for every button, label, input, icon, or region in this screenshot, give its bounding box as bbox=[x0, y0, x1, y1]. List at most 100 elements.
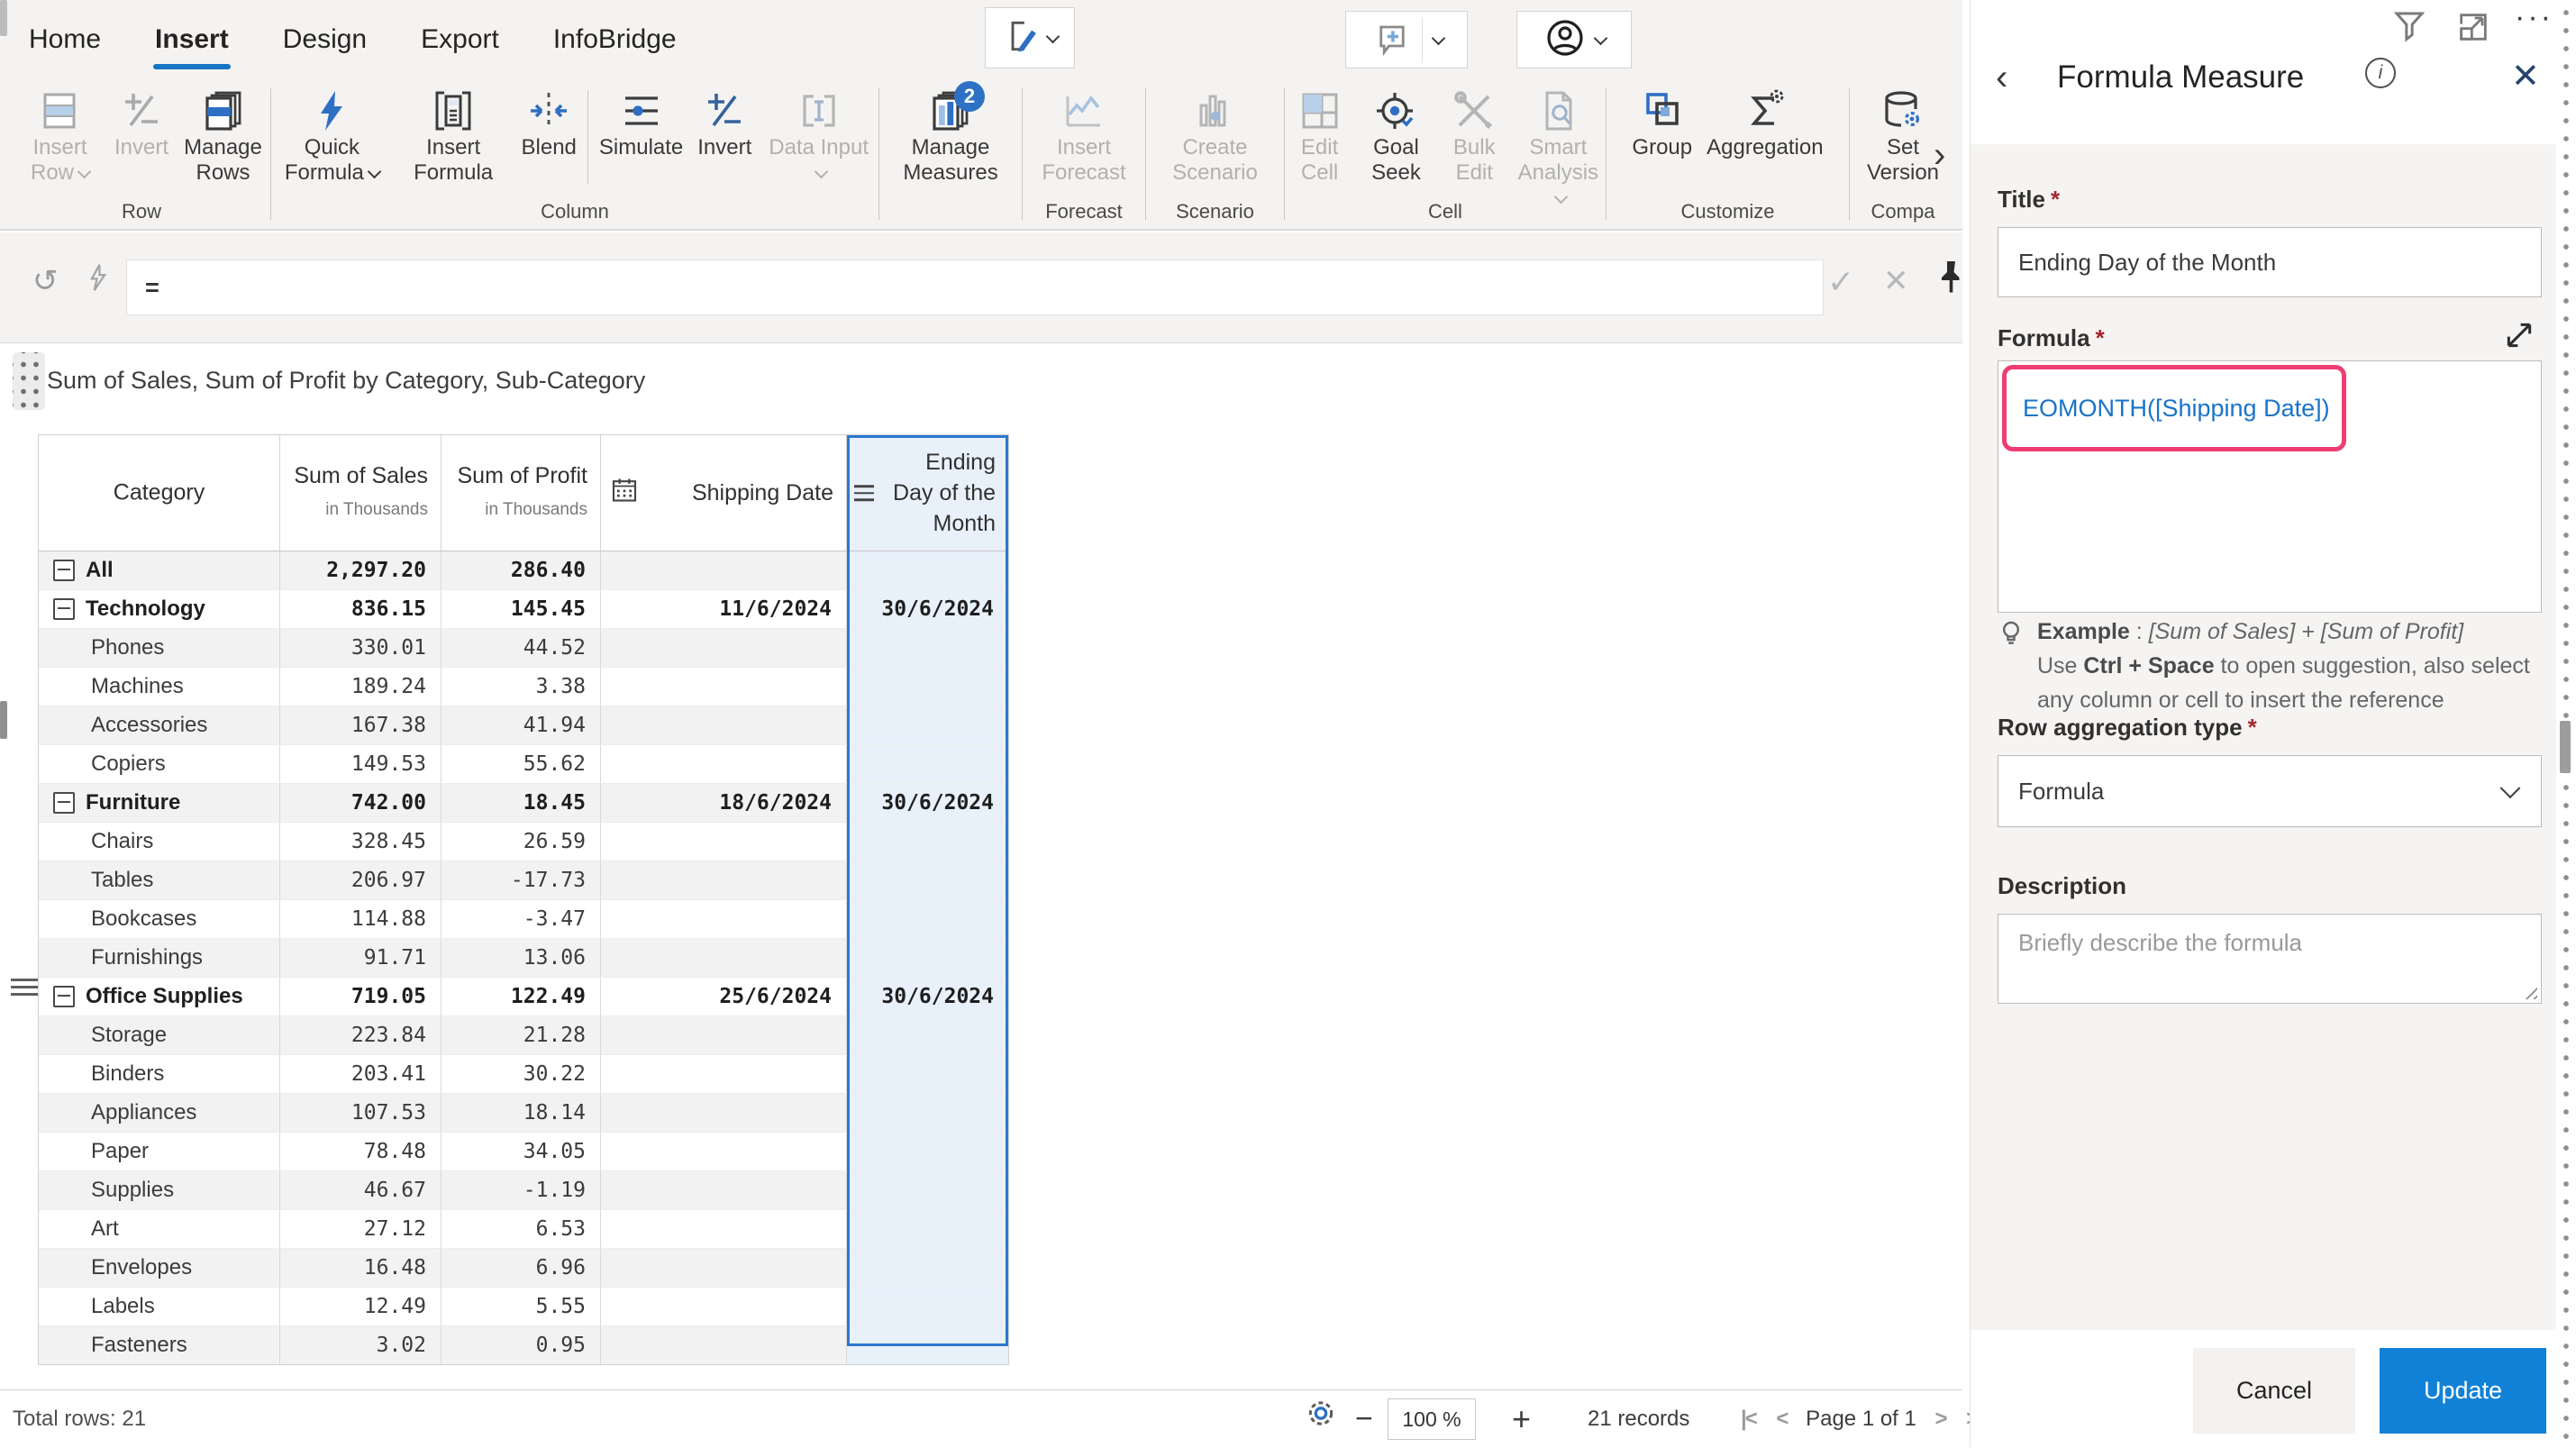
aggregation-type-select[interactable]: Formula bbox=[1998, 755, 2542, 827]
left-scrollbar-top-thumb[interactable] bbox=[0, 0, 7, 36]
cell-category[interactable]: Labels bbox=[39, 1288, 280, 1325]
cell-sum-of-sales[interactable]: 16.48 bbox=[280, 1249, 441, 1287]
cell-sum-of-profit[interactable]: 26.59 bbox=[441, 823, 601, 861]
cell-sum-of-profit[interactable]: 41.94 bbox=[441, 706, 601, 744]
cell-sum-of-profit[interactable]: 122.49 bbox=[441, 978, 601, 1015]
cell-ending-day[interactable] bbox=[847, 1016, 1008, 1054]
add-comment-button[interactable] bbox=[1345, 11, 1468, 68]
cell-shipping-date[interactable] bbox=[601, 1133, 847, 1170]
cell-sum-of-sales[interactable]: 189.24 bbox=[280, 668, 441, 706]
cell-ending-day[interactable] bbox=[847, 1094, 1008, 1132]
cell-sum-of-profit[interactable]: -17.73 bbox=[441, 861, 601, 899]
cell-shipping-date[interactable] bbox=[601, 668, 847, 706]
cell-ending-day[interactable] bbox=[847, 551, 1008, 589]
table-row-supplies[interactable]: Supplies46.67-1.19 bbox=[39, 1171, 1008, 1210]
table-row-office-supplies[interactable]: Office Supplies719.05122.4925/6/202430/6… bbox=[39, 978, 1008, 1016]
cell-sum-of-sales[interactable]: 203.41 bbox=[280, 1055, 441, 1093]
next-page-button[interactable]: > bbox=[1935, 1407, 1946, 1431]
cell-shipping-date[interactable] bbox=[601, 939, 847, 977]
description-textarea[interactable]: Briefly describe the formula bbox=[1998, 914, 2542, 1004]
row-grip-icon[interactable] bbox=[11, 974, 38, 997]
cell-ending-day[interactable]: 30/6/2024 bbox=[847, 784, 1008, 822]
cell-sum-of-profit[interactable]: 34.05 bbox=[441, 1133, 601, 1170]
cell-sum-of-profit[interactable]: -1.19 bbox=[441, 1171, 601, 1209]
cell-ending-day[interactable] bbox=[847, 1171, 1008, 1209]
cell-sum-of-sales[interactable]: 3.02 bbox=[280, 1326, 441, 1364]
cell-ending-day[interactable]: 30/6/2024 bbox=[847, 590, 1008, 628]
cell-category[interactable]: Bookcases bbox=[39, 900, 280, 938]
expand-formula-icon[interactable] bbox=[2501, 317, 2537, 358]
resize-handle[interactable] bbox=[2521, 983, 2537, 999]
cell-ending-day[interactable] bbox=[847, 1133, 1008, 1170]
cell-shipping-date[interactable] bbox=[601, 1171, 847, 1209]
previous-page-button[interactable]: < bbox=[1776, 1407, 1787, 1431]
info-icon[interactable]: i bbox=[2365, 58, 2396, 88]
zoom-level-input[interactable]: 100 % bbox=[1388, 1398, 1476, 1440]
cell-sum-of-sales[interactable]: 12.49 bbox=[280, 1288, 441, 1325]
cell-category[interactable]: Office Supplies bbox=[39, 978, 280, 1015]
column-header-sum-of-sales[interactable]: Sum of Salesin Thousands bbox=[280, 435, 441, 551]
cell-category[interactable]: Technology bbox=[39, 590, 280, 628]
zoom-out-button[interactable]: − bbox=[1355, 1402, 1373, 1437]
cell-sum-of-profit[interactable]: 18.14 bbox=[441, 1094, 601, 1132]
cancel-x-icon[interactable]: ✕ bbox=[1883, 263, 1909, 299]
ribbon-smart-analysis-button[interactable]: Smart Analysis bbox=[1511, 85, 1606, 213]
cell-sum-of-profit[interactable]: 55.62 bbox=[441, 745, 601, 783]
cell-ending-day[interactable] bbox=[847, 745, 1008, 783]
table-row-copiers[interactable]: Copiers149.5355.62 bbox=[39, 745, 1008, 784]
report-edit-button[interactable] bbox=[985, 7, 1075, 68]
cell-sum-of-sales[interactable]: 78.48 bbox=[280, 1133, 441, 1170]
table-row-paper[interactable]: Paper78.4834.05 bbox=[39, 1133, 1008, 1171]
cell-sum-of-sales[interactable]: 149.53 bbox=[280, 745, 441, 783]
tab-insert[interactable]: Insert bbox=[153, 21, 231, 59]
cell-shipping-date[interactable]: 25/6/2024 bbox=[601, 978, 847, 1015]
cell-sum-of-sales[interactable]: 27.12 bbox=[280, 1210, 441, 1248]
ribbon-insert-formula-button[interactable]: Insert Formula bbox=[393, 85, 514, 187]
cell-category[interactable]: Chairs bbox=[39, 823, 280, 861]
ribbon-insert-row-button[interactable]: Insert Row bbox=[13, 85, 107, 187]
cell-category[interactable]: Art bbox=[39, 1210, 280, 1248]
cell-shipping-date[interactable] bbox=[601, 1094, 847, 1132]
cell-sum-of-sales[interactable]: 107.53 bbox=[280, 1094, 441, 1132]
cell-sum-of-profit[interactable]: -3.47 bbox=[441, 900, 601, 938]
cell-category[interactable]: All bbox=[39, 551, 280, 589]
ribbon-create-scenario-button[interactable]: Create Scenario bbox=[1150, 85, 1281, 187]
cell-sum-of-sales[interactable]: 2,297.20 bbox=[280, 551, 441, 589]
cell-sum-of-sales[interactable]: 742.00 bbox=[280, 784, 441, 822]
ribbon-insert-forecast-button[interactable]: Insert Forecast bbox=[1023, 85, 1145, 187]
ribbon-data-input-button[interactable]: Data Input bbox=[759, 85, 878, 187]
ribbon-edit-cell-button[interactable]: Edit Cell bbox=[1285, 85, 1354, 187]
cell-shipping-date[interactable] bbox=[601, 823, 847, 861]
cell-shipping-date[interactable] bbox=[601, 861, 847, 899]
collapse-icon[interactable] bbox=[53, 598, 75, 620]
cell-shipping-date[interactable] bbox=[601, 745, 847, 783]
more-options-icon[interactable]: ··· bbox=[2515, 0, 2553, 35]
table-row-storage[interactable]: Storage223.8421.28 bbox=[39, 1016, 1008, 1055]
ribbon-manage-measures-button[interactable]: 2Manage Measures bbox=[885, 85, 1016, 187]
cell-ending-day[interactable] bbox=[847, 861, 1008, 899]
ribbon-invert-button[interactable]: Invert bbox=[107, 85, 176, 162]
table-row-fasteners[interactable]: Fasteners3.020.95 bbox=[39, 1326, 1008, 1364]
cell-ending-day[interactable] bbox=[847, 706, 1008, 744]
cell-shipping-date[interactable] bbox=[601, 1249, 847, 1287]
pin-icon[interactable] bbox=[1934, 258, 1966, 305]
cell-sum-of-profit[interactable]: 30.22 bbox=[441, 1055, 601, 1093]
column-header-sum-of-profit[interactable]: Sum of Profitin Thousands bbox=[441, 435, 601, 551]
cell-sum-of-sales[interactable]: 46.67 bbox=[280, 1171, 441, 1209]
cell-ending-day[interactable] bbox=[847, 939, 1008, 977]
cell-category[interactable]: Fasteners bbox=[39, 1326, 280, 1364]
cell-sum-of-sales[interactable]: 836.15 bbox=[280, 590, 441, 628]
close-panel-button[interactable]: ✕ bbox=[2511, 56, 2540, 96]
cell-shipping-date[interactable] bbox=[601, 1288, 847, 1325]
table-row-art[interactable]: Art27.126.53 bbox=[39, 1210, 1008, 1249]
table-row-labels[interactable]: Labels12.495.55 bbox=[39, 1288, 1008, 1326]
cell-sum-of-profit[interactable]: 44.52 bbox=[441, 629, 601, 667]
tab-infobridge[interactable]: InfoBridge bbox=[551, 21, 678, 59]
cell-sum-of-sales[interactable]: 206.97 bbox=[280, 861, 441, 899]
ribbon-invert-button[interactable]: Invert bbox=[690, 85, 759, 162]
collapse-icon[interactable] bbox=[53, 792, 75, 814]
cell-category[interactable]: Tables bbox=[39, 861, 280, 899]
back-button[interactable]: ‹ bbox=[1996, 59, 2007, 96]
tab-export[interactable]: Export bbox=[419, 21, 501, 59]
ribbon-manage-rows-button[interactable]: Manage Rows bbox=[176, 85, 270, 187]
